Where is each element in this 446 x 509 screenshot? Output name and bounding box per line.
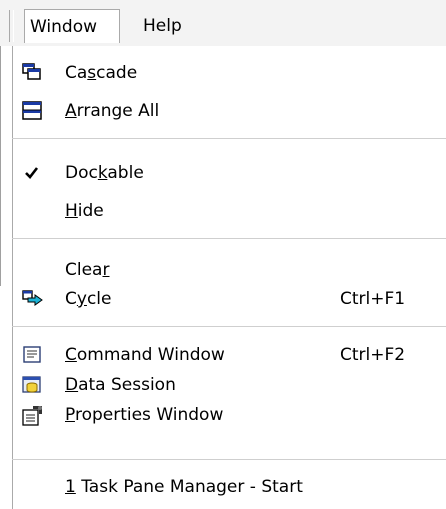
cascade-icon — [22, 63, 42, 83]
menu-item-dockable[interactable]: Dockable — [12, 153, 446, 193]
menu-item-label: Hide — [65, 201, 104, 221]
menu-item-cascade[interactable]: Cascade — [12, 53, 446, 93]
menu-item-arrange-all[interactable]: Arrange All — [12, 91, 446, 131]
properties-window-icon — [22, 405, 42, 426]
menu-item-label: Dockable — [65, 163, 144, 183]
menu-item-label: 1 Task Pane Manager - Start — [65, 477, 303, 497]
command-window-icon — [22, 345, 42, 365]
left-guide-line — [0, 46, 1, 286]
menubar-edge — [9, 10, 14, 42]
menu-help[interactable]: Help — [139, 9, 186, 43]
menu-item-label: Cycle — [65, 289, 112, 309]
menu-separator — [12, 459, 446, 460]
menu-separator — [12, 326, 446, 327]
menu-separator — [12, 138, 446, 139]
menu-item-label: Arrange All — [65, 101, 160, 121]
menu-item-label: Cascade — [65, 63, 138, 83]
menu-separator — [12, 238, 446, 239]
checkmark-icon — [22, 163, 42, 183]
arrange-all-icon — [22, 101, 42, 121]
data-session-icon — [22, 375, 42, 395]
menu-item-properties-window[interactable]: Properties Window — [12, 395, 446, 435]
shortcut-label: Ctrl+F1 — [340, 289, 406, 309]
menu-item-task-pane-manager[interactable]: 1 Task Pane Manager - Start — [12, 467, 446, 507]
cycle-icon — [22, 289, 43, 309]
menu-bar: Window Help — [0, 0, 446, 46]
menu-item-cycle[interactable]: Cycle Ctrl+F1 — [12, 279, 446, 319]
menu-item-hide[interactable]: Hide — [12, 191, 446, 231]
menu-window[interactable]: Window — [24, 9, 120, 43]
menu-item-label: Properties Window — [65, 405, 224, 425]
